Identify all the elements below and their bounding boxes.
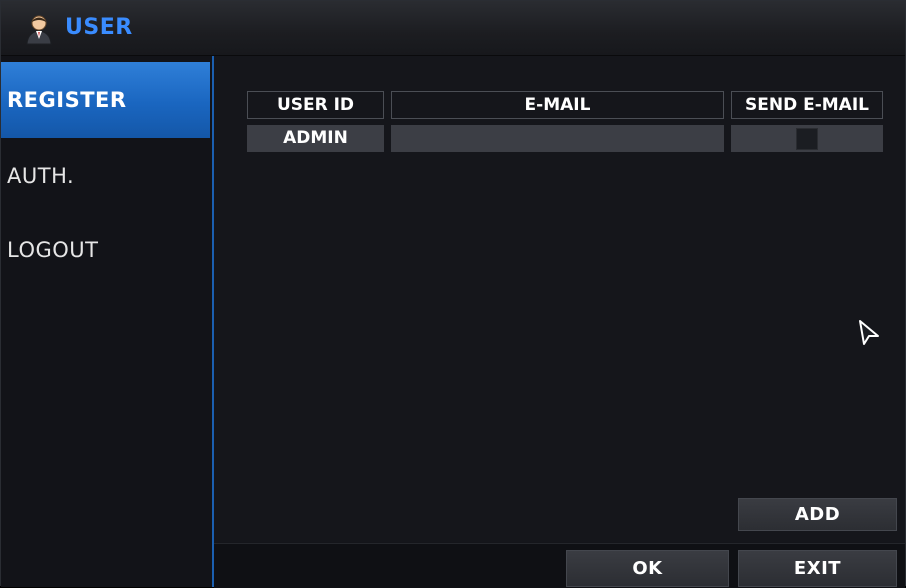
register-panel: USER ID E-MAIL SEND E-MAIL ADMIN ADD	[214, 56, 905, 542]
exit-button[interactable]: EXIT	[738, 550, 897, 587]
footer-bar: OK EXIT	[214, 543, 905, 588]
column-header-user-id: USER ID	[247, 91, 384, 119]
sidebar-item-register[interactable]: REGISTER	[1, 62, 210, 138]
user-window: USER REGISTER AUTH. LOGOUT USER ID E-MAI…	[0, 0, 906, 588]
mouse-pointer-icon	[859, 320, 879, 345]
sidebar-item-logout[interactable]: LOGOUT	[1, 214, 210, 290]
user-person-icon	[26, 15, 52, 45]
sidebar-item-label: REGISTER	[7, 88, 127, 112]
sidebar-item-label: AUTH.	[7, 164, 75, 188]
column-header-send-email: SEND E-MAIL	[731, 91, 883, 119]
add-button[interactable]: ADD	[738, 498, 897, 531]
sidebar: REGISTER AUTH. LOGOUT	[1, 56, 214, 587]
email-field[interactable]	[391, 125, 724, 152]
column-header-email: E-MAIL	[391, 91, 724, 119]
sidebar-item-auth[interactable]: AUTH.	[1, 138, 210, 214]
title-bar: USER	[1, 1, 905, 56]
send-email-checkbox[interactable]	[796, 128, 818, 150]
user-id-cell[interactable]: ADMIN	[247, 125, 384, 152]
sidebar-item-label: LOGOUT	[7, 238, 99, 262]
ok-button[interactable]: OK	[566, 550, 729, 587]
window-title: USER	[65, 15, 133, 40]
